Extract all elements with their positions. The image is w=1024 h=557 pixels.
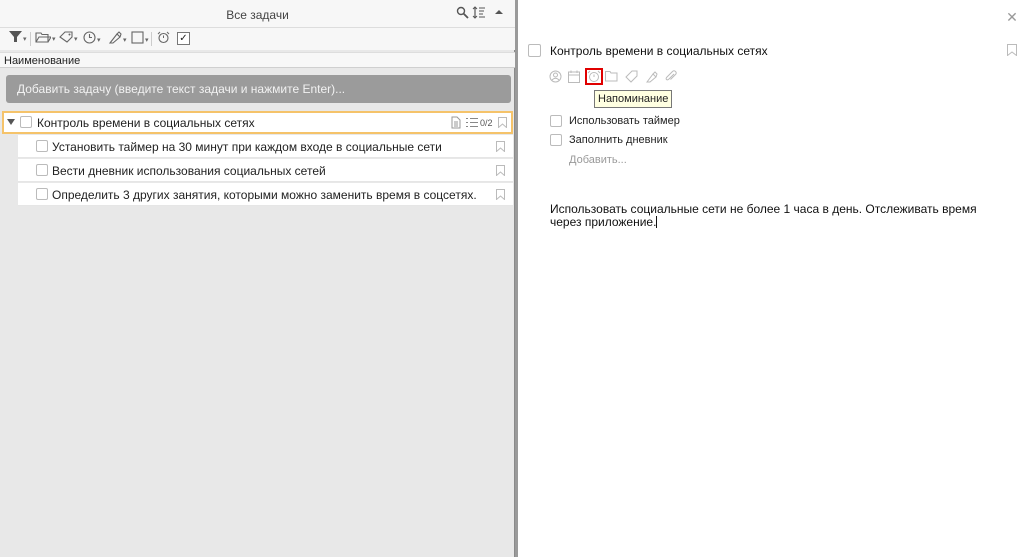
text-cursor [656,216,658,228]
task-row-parent[interactable]: Контроль времени в социальных сетях 0/2 [2,111,513,134]
detail-task-checkbox[interactable] [528,44,541,57]
note-icon [451,116,461,132]
attachment-icon[interactable] [664,70,678,84]
bookmark-icon[interactable] [498,117,507,128]
task-detail-pane: ✕ Контроль времени в социальных сетях На… [518,0,1024,557]
calendar-icon[interactable] [567,70,581,84]
task-checkbox[interactable] [36,188,48,200]
task-note-text: Использовать социальные сети не более 1 … [550,202,977,229]
tag-icon[interactable]: ▾ [59,31,78,47]
subtasks-list-icon [466,117,478,131]
add-task-bar [6,75,511,103]
list-header: Все задачи [0,0,515,28]
assignee-icon[interactable] [548,70,562,84]
task-title: Установить таймер на 30 минут при каждом… [52,140,442,154]
detail-bookmark-icon[interactable] [1007,44,1017,56]
close-icon[interactable]: ✕ [1005,10,1019,24]
priority-icon[interactable]: ▾ [108,31,127,47]
detail-tag-icon[interactable] [624,70,638,84]
add-subtask-link[interactable]: Добавить... [569,154,627,166]
sort-icon[interactable] [472,6,486,20]
task-row[interactable]: Вести дневник использования социальных с… [18,159,513,182]
task-title: Контроль времени в социальных сетях [37,116,255,130]
reminder-icon [587,70,601,82]
folder-icon[interactable]: ▾ [35,31,56,47]
bookmark-icon[interactable] [496,189,505,200]
app-window: Все задачи ▾ ▾ ▾ ▾ ▾ ▾ ✓ Наименование До… [0,0,1024,557]
show-completed-checkbox[interactable]: ✓ [177,32,190,45]
filter-icon[interactable]: ▾ [9,31,27,47]
collapse-up-icon[interactable] [492,6,506,20]
search-icon[interactable] [455,6,469,20]
checkbox-filter-icon[interactable]: ▾ [131,31,149,47]
detail-folder-icon[interactable] [605,70,619,84]
expand-arrow-icon[interactable] [7,119,15,125]
task-list-pane: Все задачи ▾ ▾ ▾ ▾ ▾ ▾ ✓ Наименование До… [0,0,515,557]
column-name-label: Наименование [4,55,81,67]
alarm-icon[interactable] [157,31,170,47]
task-checkbox[interactable] [36,164,48,176]
subtask-label[interactable]: Использовать таймер [569,115,680,127]
clock-icon[interactable]: ▾ [83,31,101,47]
reminder-button[interactable] [585,68,603,85]
task-title: Определить 3 других занятия, которыми мо… [52,188,477,202]
task-row[interactable]: Определить 3 других занятия, которыми мо… [18,183,513,206]
task-row[interactable]: Установить таймер на 30 минут при каждом… [18,135,513,158]
list-title: Все задачи [226,8,289,22]
column-header[interactable]: Наименование [0,52,515,68]
subtask-label[interactable]: Заполнить дневник [569,134,668,146]
add-task-input[interactable] [6,75,511,103]
detail-task-title[interactable]: Контроль времени в социальных сетях [550,44,768,58]
bookmark-icon[interactable] [496,165,505,176]
subtask-checkbox[interactable] [550,134,562,146]
filter-toolbar: ▾ ▾ ▾ ▾ ▾ ▾ ✓ [0,28,515,50]
reminder-tooltip: Напоминание [594,90,673,108]
task-note[interactable]: Использовать социальные сети не более 1 … [550,203,980,229]
task-checkbox[interactable] [36,140,48,152]
bookmark-icon[interactable] [496,141,505,152]
subtask-count: 0/2 [480,118,493,128]
detail-priority-icon[interactable] [644,70,658,84]
subtask-checkbox[interactable] [550,115,562,127]
task-title: Вести дневник использования социальных с… [52,164,326,178]
task-checkbox[interactable] [20,116,32,128]
